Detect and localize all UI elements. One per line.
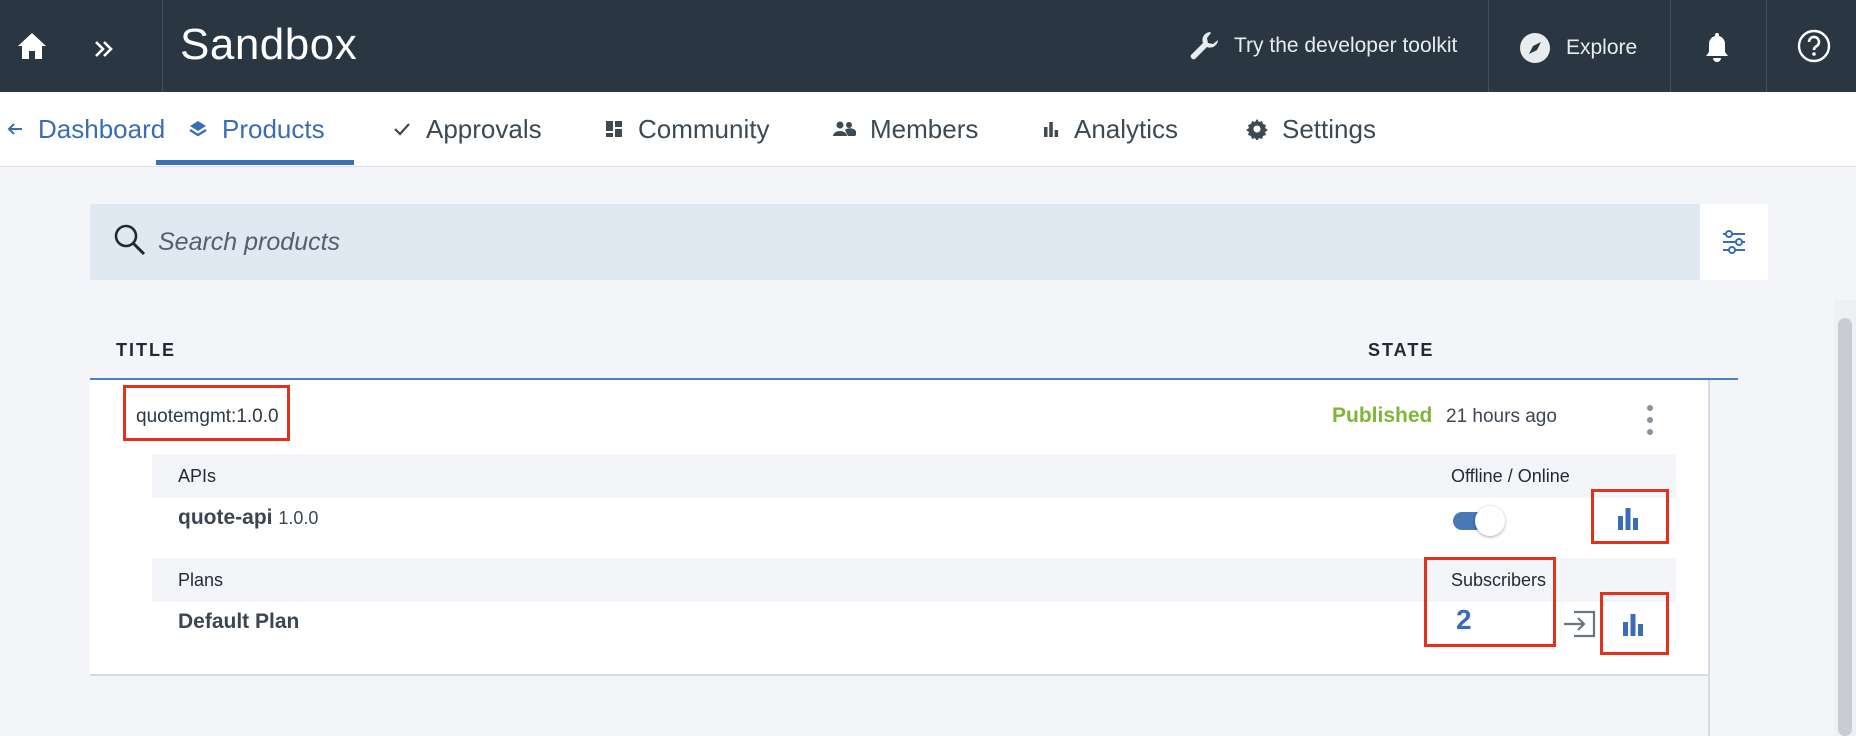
api-name[interactable]: quote-api [178,506,273,529]
tab-settings[interactable]: Settings [1246,92,1376,166]
explore-link[interactable]: Explore [1518,28,1637,68]
wrench-icon [1190,32,1218,60]
dashboard-icon [606,121,622,137]
explore-label: Explore [1566,36,1638,59]
home-icon[interactable] [14,28,50,64]
tab-bar: Dashboard Products Approvals Community M… [0,92,1856,167]
divider [1708,380,1710,736]
tab-label: Community [638,113,770,144]
page-title: Sandbox [180,20,358,69]
api-online-toggle[interactable] [1453,506,1509,536]
filter-button[interactable] [1700,204,1768,280]
bell-icon[interactable] [1700,30,1734,64]
divider [1766,0,1767,92]
tab-products[interactable]: Products [188,92,325,166]
bar-chart-icon [1044,122,1059,137]
search-icon [114,224,146,256]
tab-members[interactable]: Members [832,92,978,166]
arrow-left-icon [7,123,22,135]
tab-approvals[interactable]: Approvals [392,92,542,166]
divider [1670,0,1671,92]
people-icon [833,121,856,136]
checkmark-icon [394,123,410,136]
api-row: quote-api 1.0.0 [178,506,318,530]
search-bar[interactable]: Search products [90,204,1700,280]
double-chevron-right-icon[interactable] [90,34,120,64]
tab-label: Products [222,113,325,144]
api-analytics-icon[interactable] [1614,504,1642,532]
compass-icon [1520,33,1550,63]
tab-community[interactable]: Community [604,92,769,166]
toolkit-label: Try the developer toolkit [1234,34,1458,57]
gear-icon [1246,119,1268,140]
apis-label: APIs [178,466,217,486]
tab-label: Members [870,113,979,144]
search-input[interactable]: Search products [158,228,340,257]
api-version: 1.0.0 [278,508,319,528]
plans-label: Plans [178,570,224,590]
divider [90,674,1708,676]
status-badge: Published [1332,404,1433,427]
layers-icon [189,121,207,137]
back-to-dashboard-link[interactable]: Dashboard [6,92,165,166]
product-name[interactable]: quotemgmt:1.0.0 [136,406,279,428]
back-label: Dashboard [38,113,166,144]
highlight-box [1424,557,1556,647]
tab-label: Analytics [1074,113,1179,144]
offline-online-label: Offline / Online [1451,466,1570,486]
active-tab-indicator [156,160,354,165]
developer-toolkit-link[interactable]: Try the developer toolkit [1186,26,1457,66]
last-updated: 21 hours ago [1446,406,1557,427]
tab-label: Approvals [426,113,542,144]
more-options-icon[interactable] [1640,400,1660,440]
tab-analytics[interactable]: Analytics [1042,92,1178,166]
tab-label: Settings [1282,113,1376,144]
column-header-title[interactable]: TITLE [116,340,176,361]
top-bar: Sandbox Try the developer toolkit Explor… [0,0,1856,92]
divider [162,0,163,92]
sliders-icon [1723,230,1745,254]
divider [1488,0,1489,92]
column-header-state[interactable]: STATE [1368,340,1434,361]
apis-header-row [152,454,1676,498]
plan-name[interactable]: Default Plan [178,610,299,634]
toggle-knob [1475,506,1505,536]
plan-analytics-icon[interactable] [1619,610,1647,638]
scrollbar-thumb[interactable] [1838,318,1852,736]
subscriber-count[interactable]: 2 [1456,604,1472,636]
migrate-subscriptions-icon[interactable] [1562,608,1598,640]
help-icon[interactable] [1796,28,1832,64]
